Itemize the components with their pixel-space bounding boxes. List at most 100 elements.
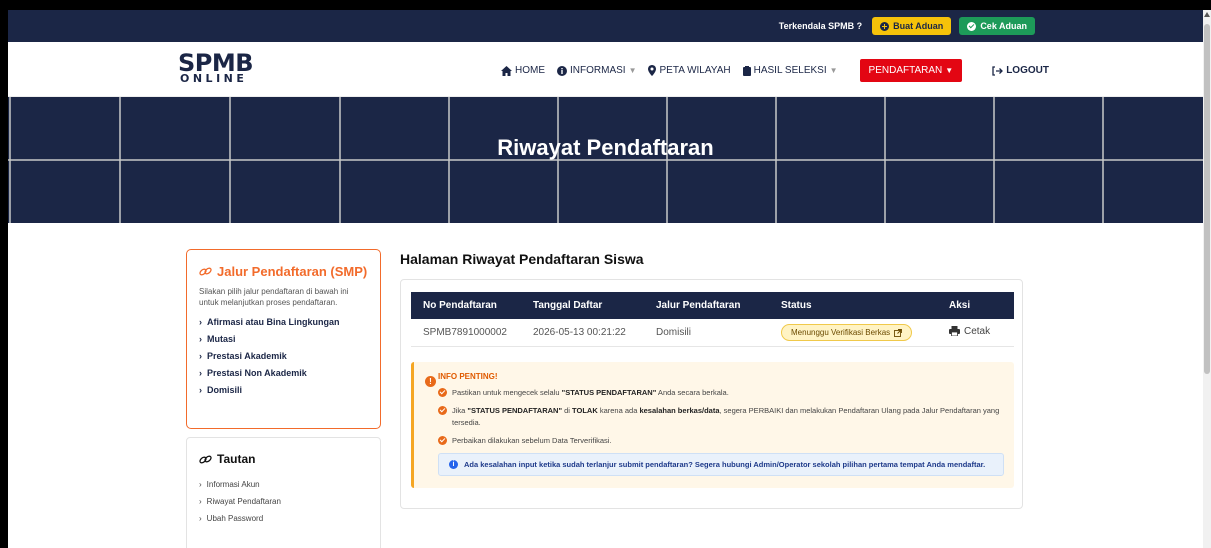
info-text: Pastikan untuk mengecek selalu — [452, 388, 562, 397]
jalur-item-label: Afirmasi atau Bina Lingkungan — [207, 317, 340, 328]
tautan-item-ubah-password[interactable]: › Ubah Password — [199, 510, 368, 527]
jalur-item-label: Domisili — [207, 385, 243, 396]
contact-admin-text: Ada kesalahan input ketika sudah terlanj… — [464, 460, 986, 469]
chevron-right-icon: › — [199, 497, 202, 506]
cell-no-pendaftaran: SPMB7891000002 — [423, 327, 507, 338]
riwayat-table: No Pendaftaran Tanggal Daftar Jalur Pend… — [411, 292, 1014, 347]
chevron-right-icon: › — [199, 514, 202, 523]
chevron-right-icon: › — [199, 317, 202, 328]
chevron-down-icon: ▼ — [829, 66, 838, 75]
status-badge[interactable]: Menunggu Verifikasi Berkas — [781, 324, 913, 341]
nav-hasil-label: HASIL SELEKSI — [753, 65, 827, 76]
home-icon — [501, 65, 512, 76]
jalur-item-domisili[interactable]: › Domisili — [199, 382, 368, 399]
exclamation-circle-icon: ! — [425, 376, 436, 387]
check-circle-icon — [438, 388, 447, 397]
nav-peta-wilayah[interactable]: PETA WILAYAH — [648, 65, 731, 76]
check-circle-icon — [438, 436, 447, 445]
nav-home[interactable]: HOME — [501, 65, 545, 76]
info-text: Anda secara berkala. — [656, 388, 729, 397]
nav-informasi[interactable]: INFORMASI ▼ — [557, 65, 636, 76]
external-link-icon — [894, 328, 903, 337]
info-item-text: Perbaikan dilakukan sebelum Data Terveri… — [452, 436, 612, 445]
jalur-item-label: Prestasi Akademik — [207, 351, 287, 362]
map-marker-icon — [648, 65, 657, 76]
tautan-title-text: Tautan — [217, 452, 256, 466]
column-header: No Pendaftaran — [423, 300, 497, 311]
buat-aduan-button[interactable]: Buat Aduan — [872, 17, 952, 35]
table-header: No Pendaftaran Tanggal Daftar Jalur Pend… — [411, 292, 1014, 319]
cetak-button[interactable]: Cetak — [949, 326, 990, 337]
tautan-item-informasi-akun[interactable]: › Informasi Akun — [199, 476, 368, 493]
tautan-list: › Informasi Akun › Riwayat Pendaftaran › Ub… — [199, 476, 368, 527]
info-item-text: Pastikan untuk mengecek selalu "STATUS P… — [452, 387, 729, 399]
chevron-down-icon: ▼ — [628, 66, 637, 75]
nav-informasi-label: INFORMASI — [570, 65, 626, 76]
info-penting-alert: ! INFO PENTING! Pastikan untuk mengecek … — [411, 362, 1014, 488]
nav-home-label: HOME — [515, 65, 545, 76]
chevron-down-icon: ▼ — [945, 66, 954, 75]
cell-aksi: Cetak — [949, 326, 1014, 340]
navbar: SPMB ONLINE HOME INFORMASI ▼ PETA WILAYA… — [8, 42, 1203, 97]
jalur-card-title: Jalur Pendaftaran (SMP) — [199, 264, 368, 279]
column-header: Tanggal Daftar — [533, 300, 603, 311]
cetak-label: Cetak — [964, 325, 991, 337]
contact-admin-note: i Ada kesalahan input ketika sudah terla… — [438, 453, 1004, 476]
chevron-right-icon: › — [199, 480, 202, 489]
status-badge-label: Menunggu Verifikasi Berkas — [791, 328, 891, 337]
scroll-up-arrow-icon[interactable] — [1204, 12, 1210, 17]
cek-aduan-button[interactable]: Cek Aduan — [959, 17, 1035, 35]
tautan-item-riwayat[interactable]: › Riwayat Pendaftaran — [199, 493, 368, 510]
scrollbar-thumb[interactable] — [1204, 24, 1210, 374]
jalur-list: › Afirmasi atau Bina Lingkungan › Mutasi ›… — [199, 314, 368, 399]
info-item: Jika "STATUS PENDAFTARAN" di TOLAK karen… — [438, 405, 1004, 429]
page-title: Riwayat Pendaftaran — [497, 135, 714, 160]
page: Terkendala SPMB ? Buat Aduan Cek Aduan S… — [8, 10, 1203, 548]
jalur-pendaftaran-card: Jalur Pendaftaran (SMP) Silakan pilih ja… — [186, 249, 381, 429]
jalur-item-prestasi-akademik[interactable]: › Prestasi Akademik — [199, 348, 368, 365]
jalur-item-label: Prestasi Non Akademik — [207, 368, 307, 379]
nav-pendaftaran-label: PENDAFTARAN — [868, 65, 943, 76]
link-icon — [199, 455, 212, 463]
link-icon — [199, 267, 212, 276]
info-emphasis: "STATUS PENDAFTARAN" — [467, 406, 563, 415]
plus-circle-icon — [880, 21, 890, 31]
check-circle-icon — [438, 406, 447, 415]
jalur-item-prestasi-non-akademik[interactable]: › Prestasi Non Akademik — [199, 365, 368, 382]
nav-hasil-seleksi[interactable]: HASIL SELEKSI ▼ — [742, 65, 838, 76]
info-emphasis: kesalahan berkas/data — [639, 406, 720, 415]
chevron-right-icon: › — [199, 368, 202, 379]
info-item: Perbaikan dilakukan sebelum Data Terveri… — [438, 435, 1004, 447]
jalur-item-mutasi[interactable]: › Mutasi — [199, 331, 368, 348]
tautan-item-label: Riwayat Pendaftaran — [206, 497, 281, 506]
jalur-item-afirmasi[interactable]: › Afirmasi atau Bina Lingkungan — [199, 314, 368, 331]
content-area: Jalur Pendaftaran (SMP) Silakan pilih ja… — [8, 223, 1203, 548]
nav-logout[interactable]: LOGOUT — [992, 65, 1049, 76]
jalur-card-title-text: Jalur Pendaftaran (SMP) — [217, 264, 368, 279]
logout-icon — [992, 65, 1004, 76]
logo-text-online: ONLINE — [180, 72, 248, 85]
check-circle-icon — [967, 21, 977, 31]
tautan-title: Tautan — [199, 452, 368, 466]
riwayat-card: No Pendaftaran Tanggal Daftar Jalur Pend… — [400, 279, 1023, 509]
jalur-item-label: Mutasi — [207, 334, 236, 345]
table-row: SPMB7891000002 2026-05-13 00:21:22 Domis… — [411, 319, 1014, 347]
info-circle-icon — [557, 65, 567, 76]
info-emphasis: TOLAK — [572, 406, 598, 415]
info-text: karena ada — [597, 406, 640, 415]
nav-pendaftaran[interactable]: PENDAFTARAN ▼ — [859, 59, 963, 82]
column-header: Aksi — [949, 300, 971, 311]
main-menu: HOME INFORMASI ▼ PETA WILAYAH HASIL SELE… — [501, 59, 1049, 82]
section-title: Halaman Riwayat Pendaftaran Siswa — [400, 251, 644, 267]
logo[interactable]: SPMB ONLINE — [178, 51, 254, 85]
page-scrollbar[interactable] — [1203, 10, 1211, 548]
hero-banner: Riwayat Pendaftaran — [8, 97, 1203, 223]
chevron-right-icon: › — [199, 351, 202, 362]
info-heading: INFO PENTING! — [438, 372, 498, 381]
info-text: Jika — [452, 406, 468, 415]
tautan-item-label: Informasi Akun — [206, 480, 260, 489]
jalur-card-description: Silakan pilih jalur pendaftaran di bawah… — [199, 287, 349, 308]
buat-aduan-label: Buat Aduan — [893, 21, 944, 31]
info-emphasis: "STATUS PENDAFTARAN" — [561, 388, 657, 397]
tautan-card: Tautan › Informasi Akun › Riwayat Pendafta… — [186, 437, 381, 548]
